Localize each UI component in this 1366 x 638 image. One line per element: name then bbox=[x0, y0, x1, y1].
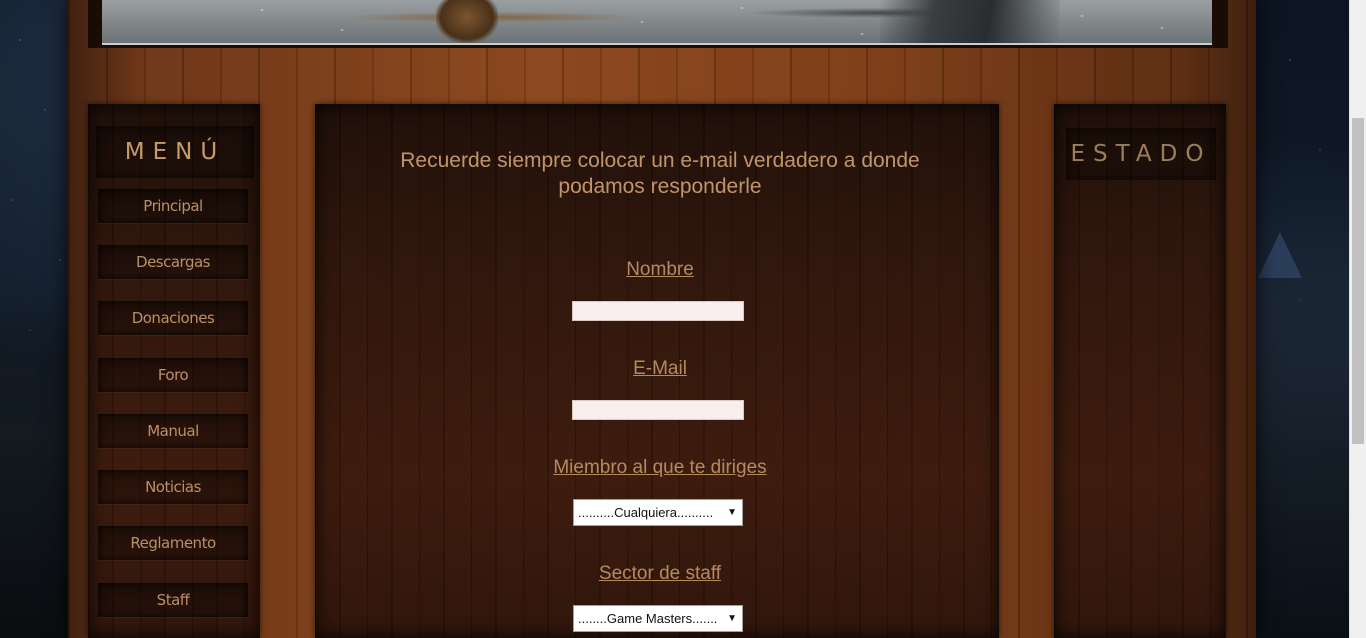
menu-item-reglamento[interactable]: Reglamento bbox=[98, 526, 248, 560]
scrollbar-thumb[interactable] bbox=[1352, 118, 1364, 444]
chevron-down-icon: ▼ bbox=[727, 613, 737, 624]
menu-item-descargas[interactable]: Descargas bbox=[98, 245, 248, 279]
background-village-left bbox=[0, 298, 70, 638]
form-intro-text: Recuerde siempre colocar un e-mail verda… bbox=[400, 149, 920, 198]
chevron-down-icon: ▼ bbox=[727, 507, 737, 518]
member-select-value: ..........Cualquiera.......... bbox=[578, 505, 714, 520]
member-select[interactable]: ..........Cualquiera.......... ▼ bbox=[573, 499, 743, 526]
menu-item-noticias[interactable]: Noticias bbox=[98, 470, 248, 504]
background-tower-spire bbox=[1258, 232, 1302, 278]
email-input[interactable] bbox=[572, 400, 744, 420]
member-label: Miembro al que te diriges bbox=[553, 457, 767, 478]
name-label: Nombre bbox=[626, 259, 694, 280]
banner-snow bbox=[102, 0, 1212, 43]
status-heading: ESTADO bbox=[1066, 128, 1216, 180]
sector-select-value: ........Game Masters....... bbox=[578, 611, 718, 626]
sector-select[interactable]: ........Game Masters....... ▼ bbox=[573, 605, 743, 632]
menu-item-staff[interactable]: Staff bbox=[98, 583, 248, 617]
name-input[interactable] bbox=[572, 301, 744, 321]
sector-label: Sector de staff bbox=[598, 563, 722, 584]
status-panel bbox=[1054, 104, 1226, 638]
menu-item-principal[interactable]: Principal bbox=[98, 189, 248, 223]
menu-heading: MENÚ bbox=[96, 126, 254, 178]
menu-item-foro[interactable]: Foro bbox=[98, 358, 248, 392]
background-village-right bbox=[1240, 218, 1350, 638]
email-label: E-Mail bbox=[633, 358, 687, 379]
menu-item-donaciones[interactable]: Donaciones bbox=[98, 301, 248, 335]
menu-item-manual[interactable]: Manual bbox=[98, 414, 248, 448]
